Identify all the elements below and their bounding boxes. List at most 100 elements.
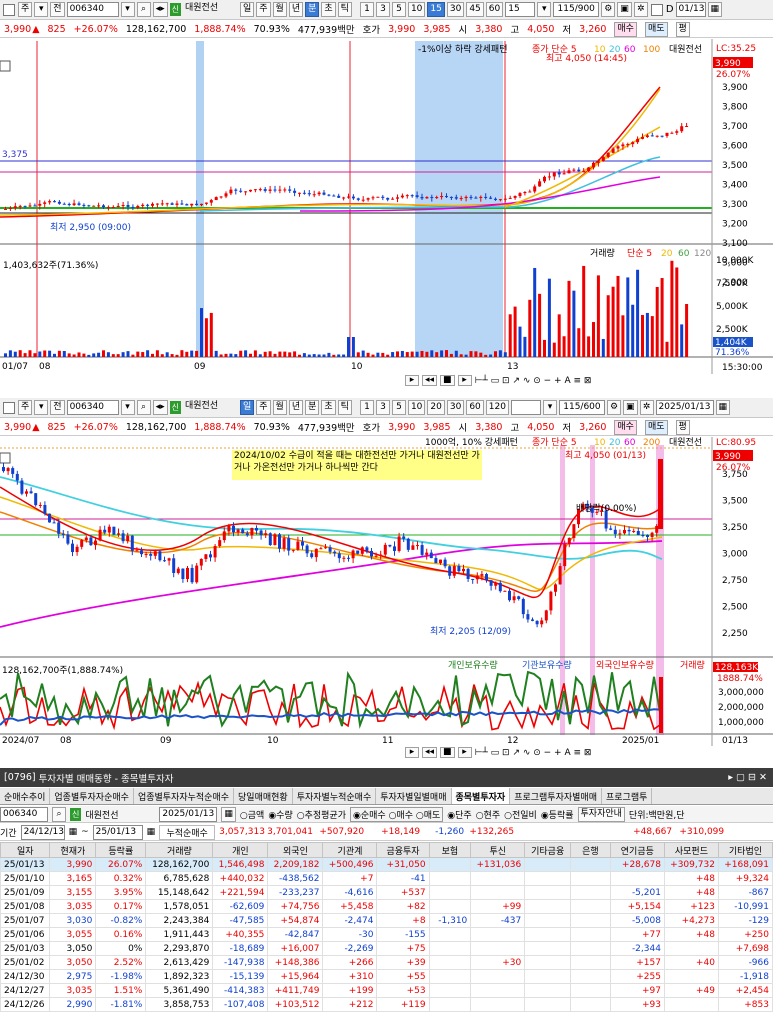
interval-15[interactable]: 15 <box>427 2 445 17</box>
column-header[interactable]: 기관계 <box>322 842 378 858</box>
column-header[interactable]: 연기금등 <box>609 842 665 858</box>
opt-avg[interactable]: ○추정평균가 <box>297 808 346 821</box>
scroll-left-icon[interactable]: ▸ <box>405 747 419 758</box>
interval-dropdown-icon[interactable]: ▾ <box>542 400 557 415</box>
daily-chart[interactable]: 3,7503,5003,2503,0002,7502,5002,2503,000… <box>0 437 773 746</box>
table-row[interactable]: 25/01/07 3,030 -0.82% 2,243,384 -47,585 +54,8… <box>0 913 773 928</box>
interval-5[interactable]: 5 <box>391 2 406 17</box>
tab-tick[interactable]: 틱 <box>337 2 352 17</box>
tab-minute[interactable]: 분 <box>305 400 320 415</box>
date-input[interactable]: 2025/01/13 <box>159 806 218 822</box>
tab-day[interactable]: 일 <box>239 2 255 17</box>
opt-rate[interactable]: ◉등락률 <box>541 808 574 821</box>
panel-tab[interactable]: 업종별투자자순매수 <box>50 788 134 804</box>
opt-current[interactable]: ○현주 <box>476 808 500 821</box>
mode-select[interactable]: 전 <box>50 2 65 17</box>
panel-tab[interactable]: 프로그램투 <box>602 788 653 804</box>
d-checkbox[interactable] <box>650 3 663 16</box>
column-header[interactable]: 외국인 <box>267 842 324 858</box>
interval-10[interactable]: 10 <box>407 2 426 17</box>
table-row[interactable]: 25/01/09 3,155 3.95% 15,148,642 +221,594 -233… <box>0 885 773 900</box>
rewind-icon[interactable]: ◂◂ <box>422 375 438 386</box>
column-header[interactable]: 금융투자 <box>376 842 430 858</box>
window-icon[interactable] <box>3 401 15 414</box>
tab-week[interactable]: 주 <box>256 400 271 415</box>
table-row[interactable]: 24/12/30 2,975 -1.98% 1,892,323 -15,139 +15,9… <box>0 969 773 984</box>
stop-icon[interactable]: ■ <box>440 375 455 386</box>
drawing-tools-icon[interactable]: ⊢┴ ▭ ⊡ ↗ ∿ ⊙ − + A ≡ ⊠ <box>475 376 592 386</box>
tab-week[interactable]: 주 <box>256 2 271 17</box>
interval-60[interactable]: 60 <box>466 400 484 415</box>
mode-select[interactable]: 전 <box>50 400 65 415</box>
sell-button[interactable]: 매도 <box>644 21 668 37</box>
rewind-icon[interactable]: ◂◂ <box>422 747 438 758</box>
prev-next-icon[interactable]: ◂▸ <box>152 400 168 415</box>
tab-day[interactable]: 일 <box>239 400 255 415</box>
interval-1[interactable]: 1 <box>359 400 374 415</box>
tab-month[interactable]: 월 <box>272 400 287 415</box>
column-header[interactable]: 일자 <box>0 842 51 858</box>
panel-tab[interactable]: 종목별투자자 <box>451 788 511 804</box>
table-row[interactable]: 24/12/26 2,990 -1.81% 3,858,753 -107,408 +103… <box>0 997 773 1012</box>
tab-second[interactable]: 초 <box>321 2 336 17</box>
eval-button[interactable]: 평 <box>675 21 690 37</box>
interval-3[interactable]: 3 <box>375 400 390 415</box>
panel-tab[interactable]: 프로그램투자자별매매 <box>510 788 602 804</box>
interval-5[interactable]: 5 <box>391 400 406 415</box>
investor-guide-button[interactable]: 투자자안내 <box>577 806 625 822</box>
column-header[interactable]: 기타금융 <box>524 842 572 858</box>
tab-year[interactable]: 년 <box>288 2 304 17</box>
scroll-left-icon[interactable]: ▸ <box>405 375 419 386</box>
sell-button[interactable]: 매도 <box>644 419 668 435</box>
intraday-chart[interactable]: 3,900 3,800 3,700 3,600 3,500 3,400 3,300 3,200… <box>0 39 773 374</box>
tab-year[interactable]: 년 <box>288 400 304 415</box>
interval-dropdown-icon[interactable]: ▾ <box>537 2 552 17</box>
interval-120[interactable]: 120 <box>485 400 509 415</box>
search-icon[interactable]: ⌕ <box>136 400 151 415</box>
calendar-icon[interactable]: ▦ <box>69 827 78 837</box>
dropdown-icon[interactable]: ▾ <box>34 400 49 415</box>
table-row[interactable]: 25/01/08 3,035 0.17% 1,578,051 -62,609 +74,75… <box>0 899 773 914</box>
interval-3[interactable]: 3 <box>375 2 390 17</box>
stop-icon[interactable]: ■ <box>440 747 455 758</box>
tab-month[interactable]: 월 <box>272 2 287 17</box>
opt-group-net[interactable]: ◉순매수 ○매수 ○매도 <box>350 806 444 822</box>
table-row[interactable]: 25/01/13 3,990 26.07% 128,162,700 1,546,498 2… <box>0 857 773 872</box>
panel-tab[interactable]: 순매수추이 <box>0 788 51 804</box>
tab-minute[interactable]: 분 <box>305 2 320 17</box>
period-to-input[interactable]: 25/01/13 <box>92 824 143 840</box>
prev-next-icon[interactable]: ◂▸ <box>152 2 168 17</box>
code-input[interactable]: 006340 <box>66 2 119 17</box>
calendar-icon[interactable]: ▦ <box>707 2 723 17</box>
search-icon[interactable]: ⌕ <box>52 806 66 822</box>
table-row[interactable]: 24/12/27 3,035 1.51% 5,361,490 -414,383 +411,… <box>0 983 773 998</box>
date-input[interactable]: 01/13 <box>675 2 706 17</box>
forward-icon[interactable]: ▸ <box>457 375 472 386</box>
code-input[interactable]: 006340 <box>0 806 48 822</box>
search-icon[interactable]: ⌕ <box>136 2 151 17</box>
interval-30[interactable]: 30 <box>446 2 465 17</box>
calendar-icon[interactable]: ▦ <box>715 400 731 415</box>
column-header[interactable]: 투신 <box>470 842 526 858</box>
column-header[interactable]: 기타법인 <box>717 842 773 858</box>
opt-oddlot[interactable]: ◉단주 <box>447 808 471 821</box>
buy-button[interactable]: 매수 <box>614 21 637 37</box>
interval-1[interactable]: 1 <box>359 2 374 17</box>
grid-icon[interactable] <box>0 452 11 464</box>
panel-tab[interactable]: 당일매매현황 <box>234 788 293 804</box>
code-dropdown-icon[interactable]: ▾ <box>120 2 135 17</box>
calendar-icon[interactable]: ▦ <box>221 806 236 822</box>
period-from-input[interactable]: 24/12/13 <box>20 824 65 840</box>
table-row[interactable]: 25/01/10 3,165 0.32% 6,785,628 +440,032 -438,… <box>0 871 773 886</box>
table-row[interactable]: 25/01/02 3,050 2.52% 2,613,429 -147,938 +148,… <box>0 955 773 970</box>
interval-10[interactable]: 10 <box>407 400 426 415</box>
window-controls-icon[interactable]: ▸ ▢ ⊟ ✕ <box>728 772 767 783</box>
tab-tick[interactable]: 틱 <box>337 400 352 415</box>
gear-icon[interactable]: ✲ <box>639 400 654 415</box>
panel-tab[interactable]: 업종별투자자누적순매수 <box>134 788 235 804</box>
tab-second[interactable]: 초 <box>321 400 336 415</box>
forward-icon[interactable]: ▸ <box>457 747 472 758</box>
opt-prevday[interactable]: ○전일비 <box>504 808 537 821</box>
settings-icon[interactable]: ⚙ <box>601 2 616 17</box>
save-icon[interactable]: ▣ <box>623 400 638 415</box>
